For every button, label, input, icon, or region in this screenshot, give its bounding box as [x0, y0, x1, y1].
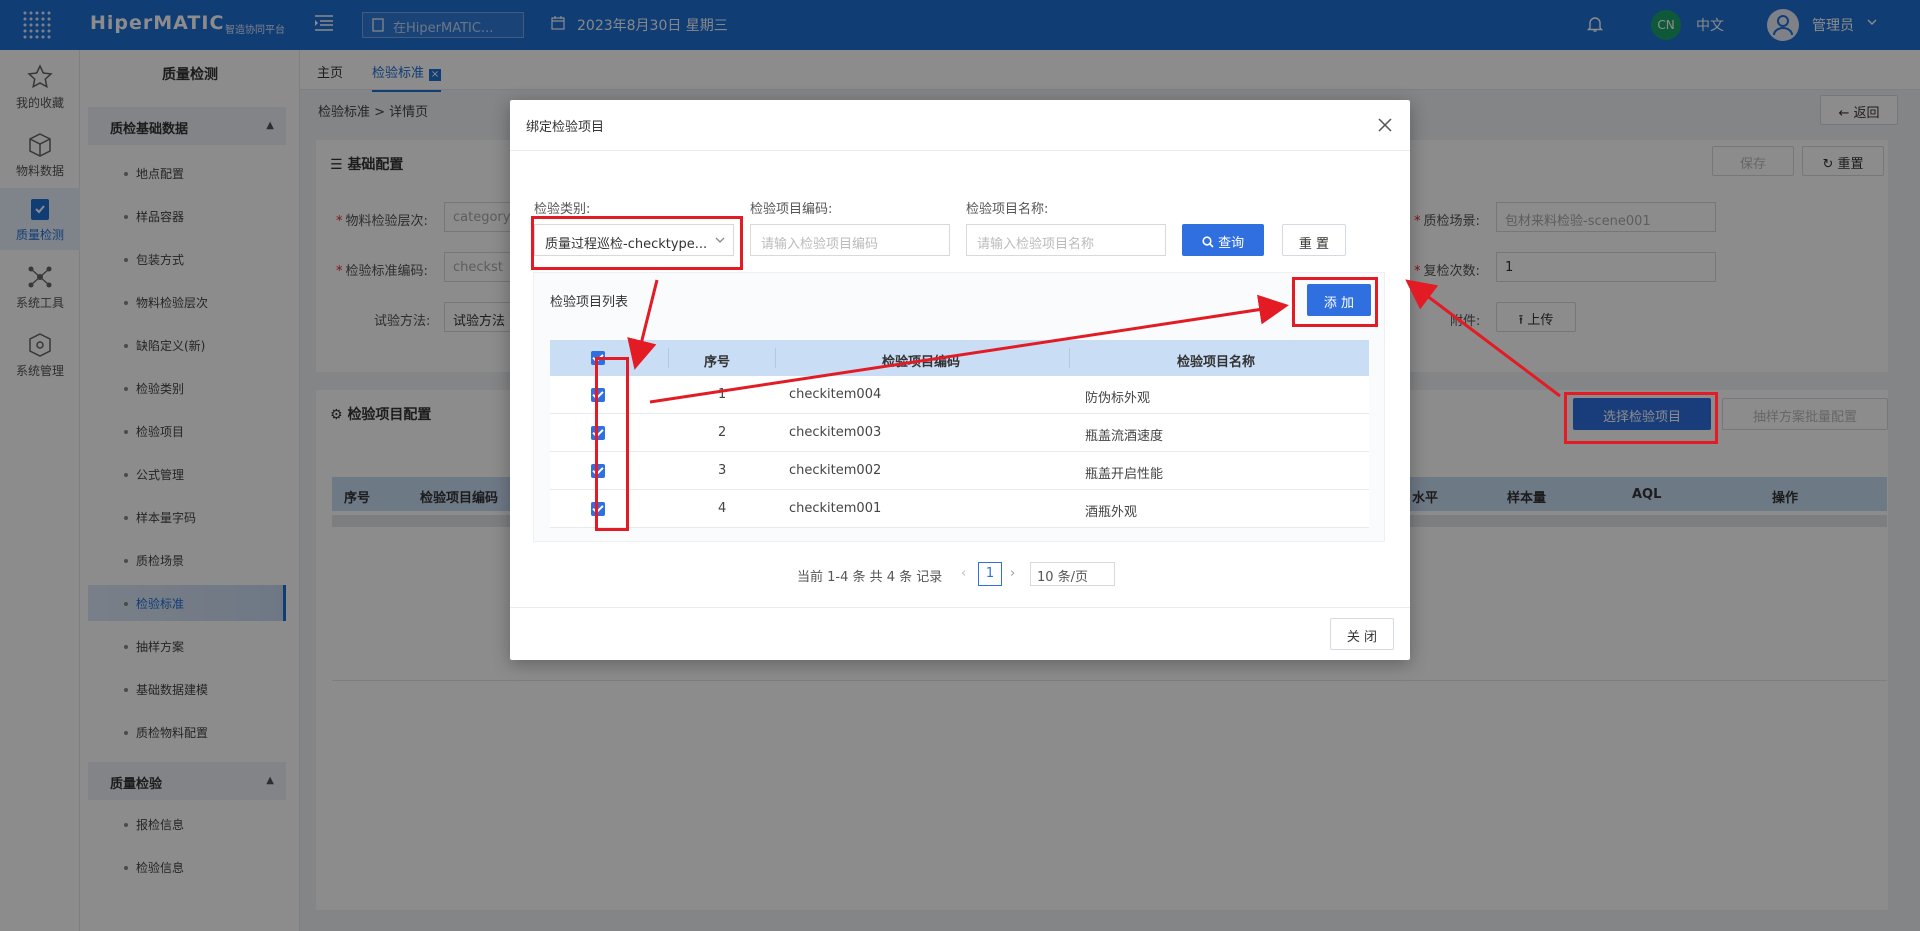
annotation-arrow: [1405, 279, 1561, 398]
annotation-arrows: [627, 279, 1561, 404]
annotation-arrow: [649, 294, 1289, 404]
annotation-arrow: [627, 279, 659, 370]
